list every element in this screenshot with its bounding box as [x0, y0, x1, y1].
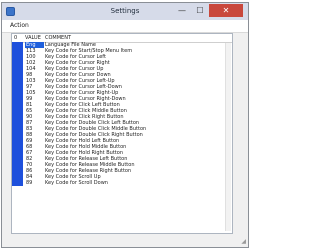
value-cell[interactable]: 89 [25, 180, 44, 186]
column-header-index[interactable]: 0 [14, 34, 17, 42]
settings-grid[interactable]: 0 VALUE COMMENT Eng Language File Name 113… [11, 33, 233, 234]
menu-bar: Action [2, 20, 248, 33]
close-button[interactable]: ✕ [209, 4, 243, 17]
row-index-cell[interactable] [12, 180, 23, 186]
column-header-comment[interactable]: COMMENT [45, 34, 71, 42]
maximize-button[interactable]: ☐ [191, 4, 209, 17]
grid-rows: Eng Language File Name 113 Key Code for Sta… [12, 42, 232, 186]
title-bar[interactable]: Settings — ☐ ✕ [2, 3, 248, 20]
minimize-button[interactable]: — [173, 4, 191, 17]
comment-cell: Key Code for Scroll Down [45, 180, 108, 186]
column-header-value[interactable]: VALUE [25, 34, 41, 42]
settings-window: Settings — ☐ ✕ Action 0 VALUE COMMENT En… [1, 2, 249, 248]
resize-grip-icon[interactable]: ◢ [241, 239, 246, 245]
menu-item-action[interactable]: Action [10, 20, 29, 32]
vertical-scrollbar[interactable] [225, 43, 231, 231]
table-row[interactable]: 89 Key Code for Scroll Down [12, 180, 232, 186]
